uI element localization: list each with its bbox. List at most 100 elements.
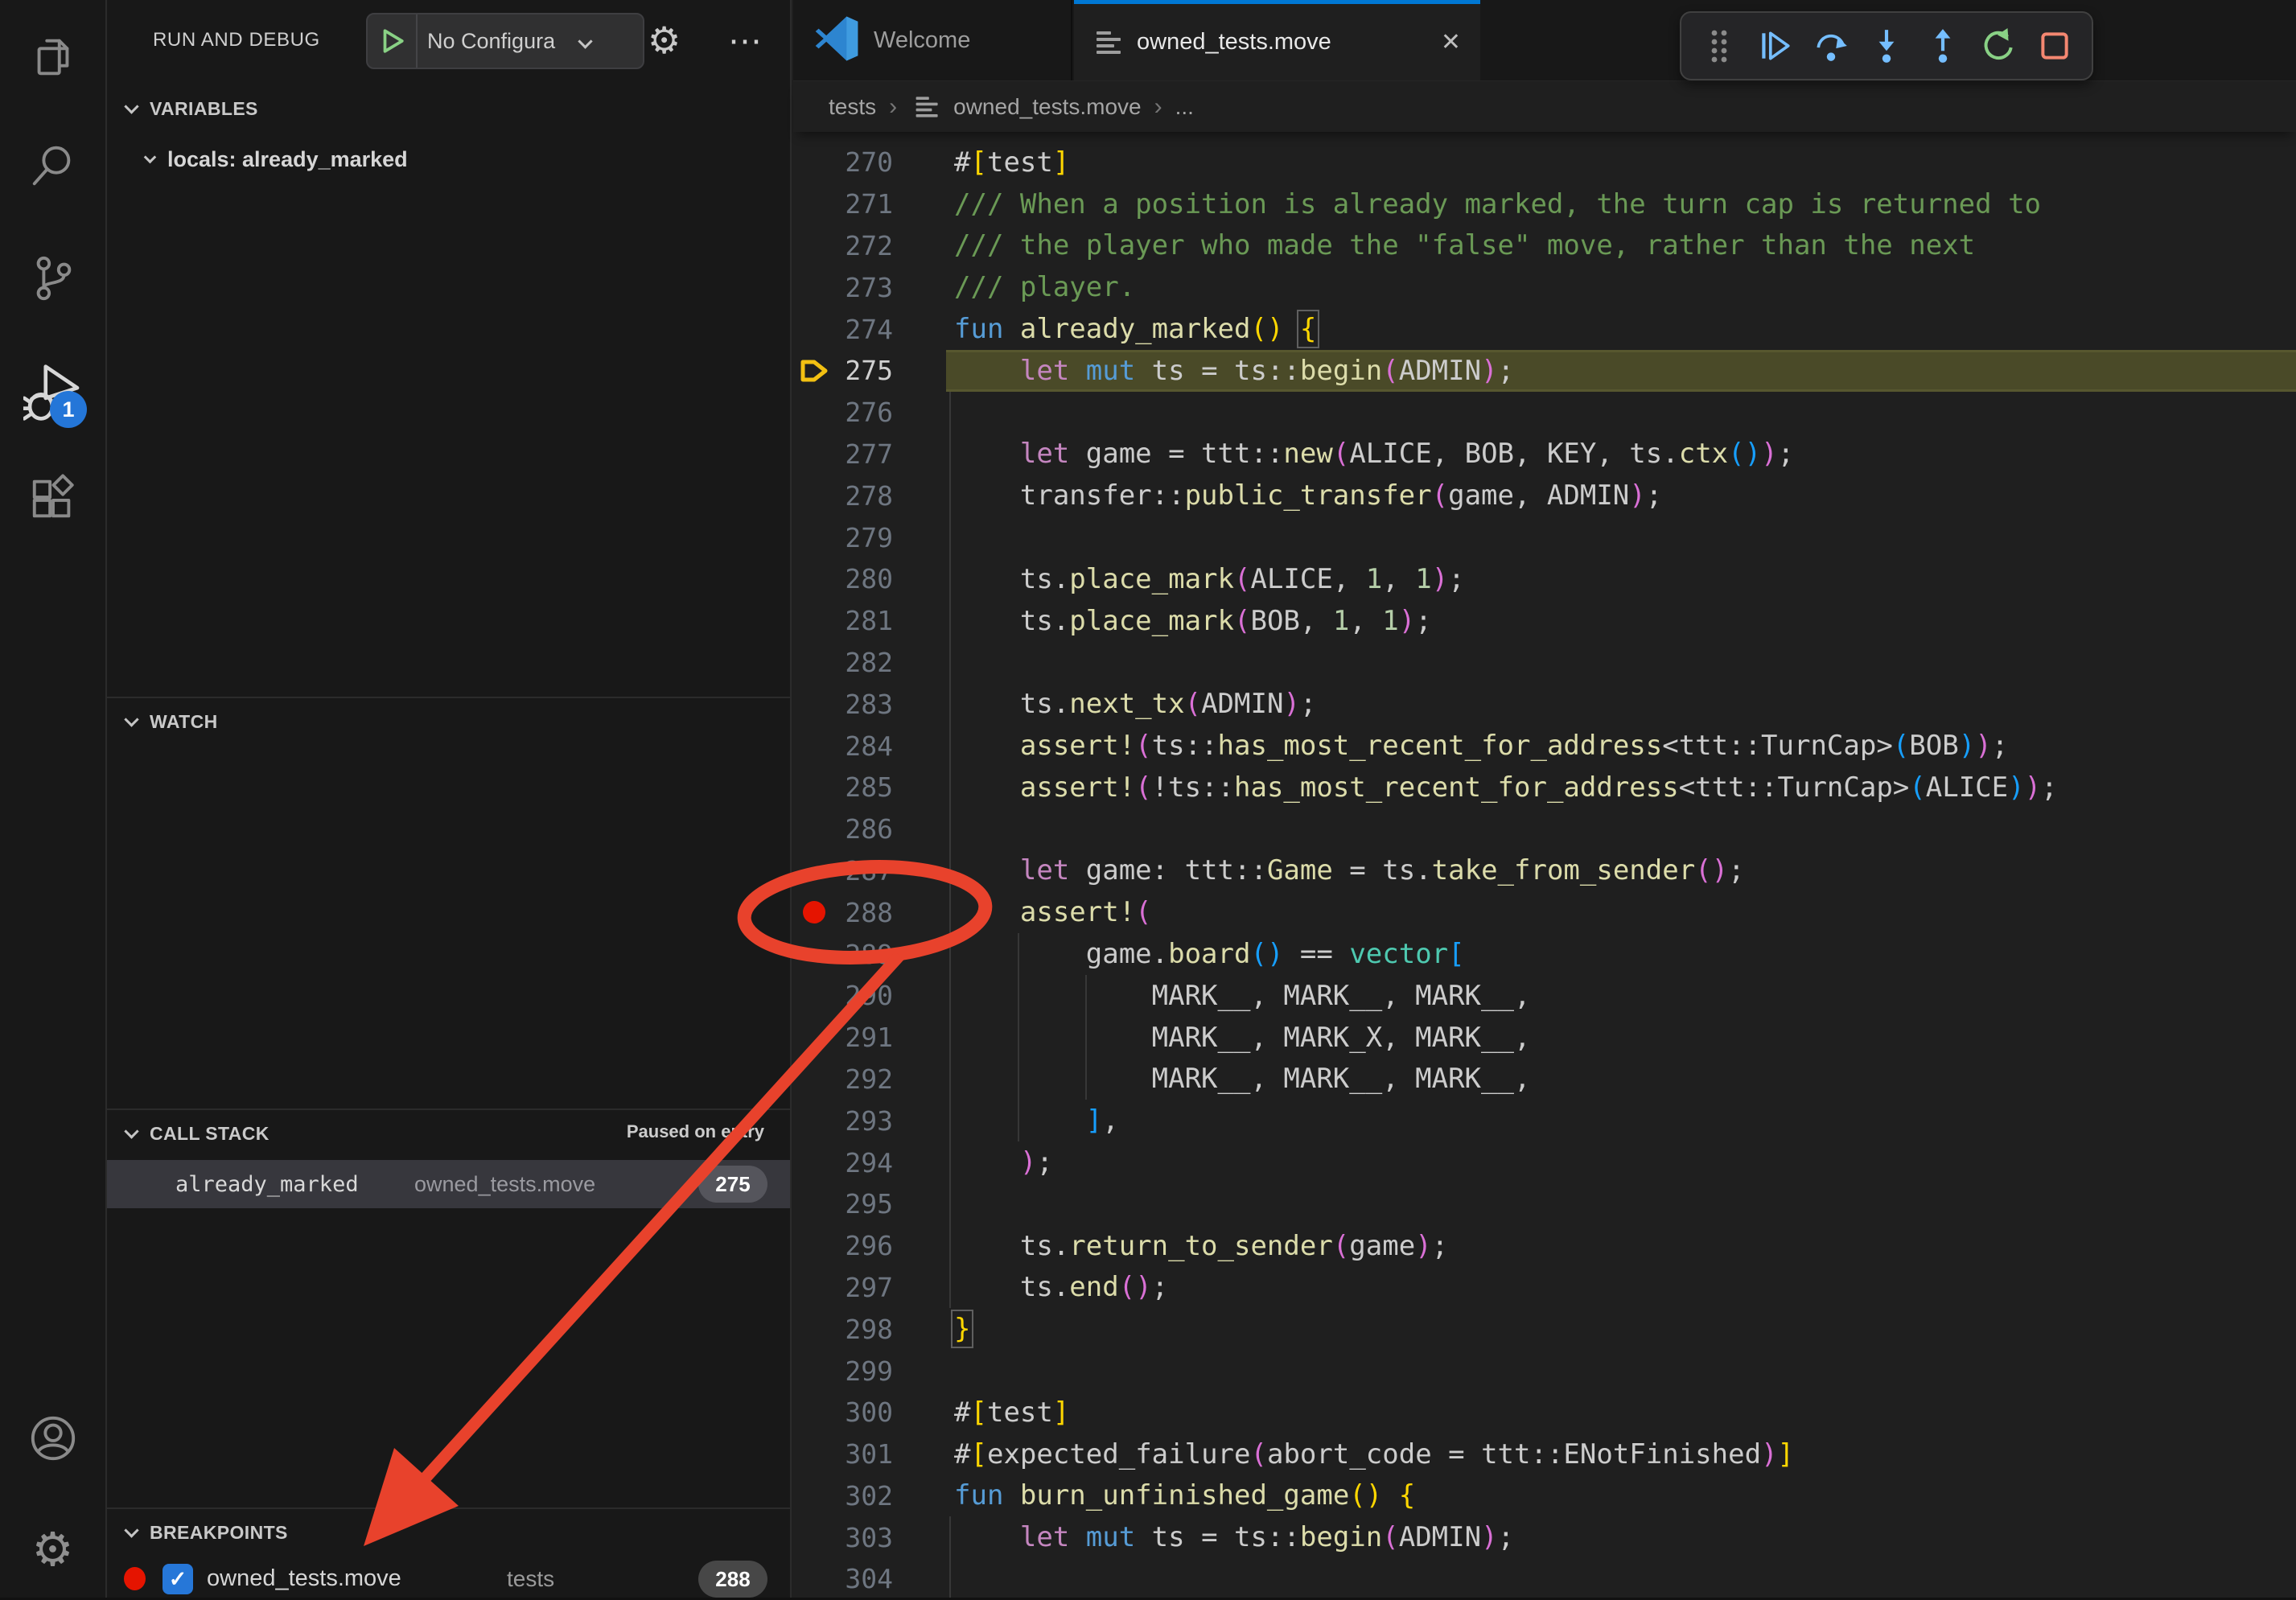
gutter[interactable]: 277 [793, 434, 954, 475]
code-line[interactable]: 301#[expected_failure(abort_code = ttt::… [793, 1433, 2296, 1475]
tab-owned-tests-move[interactable]: owned_tests.move ✕ [1074, 0, 1480, 80]
code-line[interactable]: 298} [793, 1308, 2296, 1350]
code-area[interactable]: 270#[test]271/// When a position is alre… [793, 132, 2296, 1598]
gutter[interactable]: 294 [793, 1141, 954, 1183]
code-line[interactable]: 272/// the player who made the "false" m… [793, 225, 2296, 267]
gutter[interactable]: 303 [793, 1516, 954, 1558]
code-line[interactable]: 292 MARK__, MARK__, MARK__, [793, 1059, 2296, 1100]
code-line[interactable]: 274fun already_marked() { [793, 308, 2296, 350]
code-line[interactable]: 295 [793, 1183, 2296, 1225]
gutter[interactable]: 296 [793, 1225, 954, 1267]
code-line[interactable]: 304 [793, 1558, 2296, 1600]
variables-section-header[interactable]: VARIABLES [107, 87, 790, 130]
debug-settings-gear-icon[interactable]: ⚙ [648, 0, 681, 80]
code-line[interactable]: 294 ); [793, 1141, 2296, 1183]
code-line[interactable]: 297 ts.end(); [793, 1267, 2296, 1309]
code-line[interactable]: 291 MARK__, MARK_X, MARK__, [793, 1017, 2296, 1059]
code-line[interactable]: 271/// When a position is already marked… [793, 183, 2296, 225]
start-debug-icon[interactable] [368, 14, 418, 68]
drag-handle-icon[interactable] [1701, 27, 1738, 64]
code-line[interactable]: 284 assert!(ts::has_most_recent_for_addr… [793, 725, 2296, 767]
code-line[interactable]: 296 ts.return_to_sender(game); [793, 1225, 2296, 1267]
code-line[interactable]: 289 game.board() == vector[ [793, 933, 2296, 975]
gutter[interactable]: 274 [793, 308, 954, 350]
code-line[interactable]: 270#[test] [793, 142, 2296, 183]
variables-scope-locals[interactable]: locals: already_marked [146, 138, 408, 181]
gutter[interactable]: 284 [793, 725, 954, 767]
code-line[interactable]: 273/// player. [793, 266, 2296, 308]
step-out-icon[interactable] [1924, 27, 1961, 64]
gutter[interactable]: 286 [793, 808, 954, 850]
source-control-icon[interactable] [0, 251, 105, 306]
gutter[interactable]: 298 [793, 1308, 954, 1350]
code-line[interactable]: 277 let game = ttt::new(ALICE, BOB, KEY,… [793, 434, 2296, 475]
gutter[interactable]: 290 [793, 975, 954, 1017]
close-tab-icon[interactable]: ✕ [1441, 28, 1461, 56]
breadcrumb-item-file[interactable]: owned_tests.move [953, 94, 1141, 120]
code-line[interactable]: 302fun burn_unfinished_game() { [793, 1475, 2296, 1517]
gutter[interactable]: 272 [793, 225, 954, 267]
gutter[interactable]: 285 [793, 767, 954, 808]
more-actions-icon[interactable]: ⋯ [728, 0, 762, 80]
gutter[interactable]: 270 [793, 142, 954, 183]
code-line[interactable]: 279 [793, 516, 2296, 558]
gutter[interactable]: 297 [793, 1267, 954, 1309]
code-line[interactable]: 287 let game: ttt::Game = ts.take_from_s… [793, 850, 2296, 892]
code-line[interactable]: 285 assert!(!ts::has_most_recent_for_add… [793, 767, 2296, 808]
code-line[interactable]: 276 [793, 392, 2296, 434]
gutter[interactable]: 276 [793, 392, 954, 434]
code-line[interactable]: 290 MARK__, MARK__, MARK__, [793, 975, 2296, 1017]
continue-icon[interactable] [1756, 27, 1793, 64]
gutter[interactable]: 273 [793, 266, 954, 308]
launch-configuration-dropdown[interactable]: No Configura [366, 13, 644, 69]
gutter[interactable]: 288 [793, 891, 954, 933]
explorer-icon[interactable] [0, 29, 105, 84]
gutter[interactable]: 302 [793, 1475, 954, 1517]
code-line[interactable]: 275 let mut ts = ts::begin(ADMIN); [793, 350, 2296, 392]
gutter[interactable]: 278 [793, 475, 954, 516]
gutter[interactable]: 291 [793, 1017, 954, 1059]
gutter[interactable]: 304 [793, 1558, 954, 1600]
code-line[interactable]: 299 [793, 1350, 2296, 1392]
gutter[interactable]: 292 [793, 1059, 954, 1100]
step-into-icon[interactable] [1868, 27, 1905, 64]
gutter[interactable]: 289 [793, 933, 954, 975]
code-line[interactable]: 280 ts.place_mark(ALICE, 1, 1); [793, 558, 2296, 600]
code-line[interactable]: 288 assert!( [793, 891, 2296, 933]
code-line[interactable]: 282 [793, 642, 2296, 684]
code-line[interactable]: 278 transfer::public_transfer(game, ADMI… [793, 475, 2296, 516]
breadcrumb-item-symbol[interactable]: ... [1175, 94, 1194, 120]
gutter[interactable]: 299 [793, 1350, 954, 1392]
watch-section-header[interactable]: WATCH [107, 700, 790, 743]
settings-gear-icon[interactable]: ⚙ [0, 1522, 105, 1577]
breakpoint-enabled-checkbox[interactable]: ✓ [163, 1564, 193, 1594]
gutter[interactable]: 293 [793, 1100, 954, 1141]
gutter[interactable]: 301 [793, 1433, 954, 1475]
code-line[interactable]: 293 ], [793, 1100, 2296, 1141]
extensions-icon[interactable] [0, 471, 105, 526]
gutter[interactable]: 279 [793, 516, 954, 558]
gutter[interactable]: 287 [793, 850, 954, 892]
code-line[interactable]: 303 let mut ts = ts::begin(ADMIN); [793, 1516, 2296, 1558]
code-line[interactable]: 286 [793, 808, 2296, 850]
gutter[interactable]: 280 [793, 558, 954, 600]
restart-icon[interactable] [1980, 27, 2017, 64]
gutter[interactable]: 282 [793, 642, 954, 684]
gutter[interactable]: 295 [793, 1183, 954, 1225]
call-stack-frame[interactable]: already_marked owned_tests.move 275 [107, 1160, 790, 1208]
breadcrumb-item-tests[interactable]: tests [829, 94, 876, 120]
gutter[interactable]: 281 [793, 600, 954, 642]
code-line[interactable]: 283 ts.next_tx(ADMIN); [793, 683, 2296, 725]
gutter[interactable]: 271 [793, 183, 954, 225]
accounts-icon[interactable] [0, 1411, 105, 1466]
breakpoints-section-header[interactable]: BREAKPOINTS [107, 1511, 790, 1554]
search-icon[interactable] [0, 138, 105, 192]
stop-icon[interactable] [2036, 27, 2073, 64]
step-over-icon[interactable] [1813, 27, 1850, 64]
code-line[interactable]: 300#[test] [793, 1392, 2296, 1433]
gutter[interactable]: 283 [793, 683, 954, 725]
gutter[interactable]: 275 [793, 350, 954, 392]
code-line[interactable]: 281 ts.place_mark(BOB, 1, 1); [793, 600, 2296, 642]
tab-welcome[interactable]: Welcome [793, 0, 1072, 80]
gutter[interactable]: 300 [793, 1392, 954, 1433]
